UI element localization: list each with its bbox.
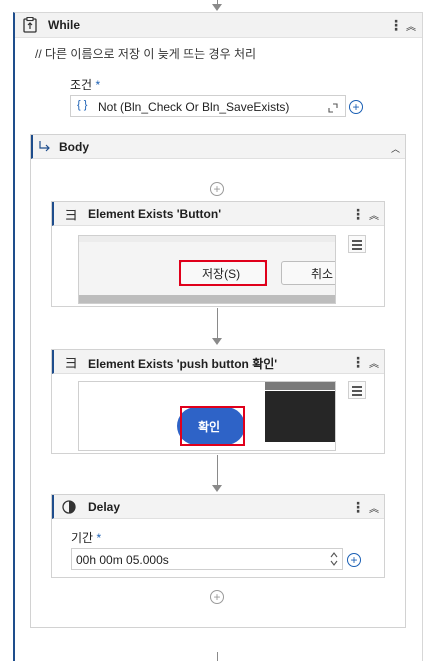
duration-stepper-icon[interactable] [329,551,339,567]
condition-value: Not (Bln_Check Or Bln_SaveExists) [98,100,290,114]
body-arrow-icon [39,141,50,152]
connector-arrow [212,338,222,345]
screenshot-menu-button[interactable] [348,235,366,253]
screenshot-menu-button[interactable] [348,381,366,399]
while-more-options-icon[interactable]: ⋮ [389,18,403,32]
element-exists-icon: ヨ [64,355,78,371]
add-activity-icon[interactable]: + [210,182,224,196]
activity-title: Element Exists 'push button 확인' [88,357,278,371]
screenshot-dark-panel [265,382,335,450]
condition-input[interactable]: { } Not (Bln_Check Or Bln_SaveExists) [70,95,346,117]
expression-icon: { } [77,99,88,111]
duration-value: 00h 00m 05.000s [76,553,169,567]
expand-editor-icon[interactable] [328,103,338,113]
activity-title: Element Exists 'Button' [88,207,222,221]
body-collapse-icon[interactable]: ︿ [391,142,400,155]
activity-collapse-icon[interactable]: ︽ [369,500,379,515]
target-highlight [179,260,267,286]
body-title: Body [59,140,89,154]
preview-cancel-label: 취소 [311,267,334,281]
duration-input[interactable]: 00h 00m 05.000s [71,548,343,570]
screenshot-top-band [79,236,335,242]
connector-line [217,308,218,340]
add-activity-icon[interactable]: + [210,590,224,604]
target-screenshot: 확인 [78,381,336,451]
connector-arrow [212,485,222,492]
duration-label: 기간 * [71,531,102,545]
duration-add-variable-icon[interactable]: + [347,553,361,567]
activity-more-options-icon[interactable]: ⋮ [351,355,365,369]
element-exists-icon: ヨ [64,207,78,223]
target-highlight [180,406,245,446]
activity-header[interactable]: ヨ Element Exists 'push button 확인' ⋮ ︽ [52,350,384,374]
connector-line-bottom [217,652,218,661]
while-header[interactable]: While ⋮ ︽ [15,13,422,38]
element-exists-button-activity[interactable]: ヨ Element Exists 'Button' ⋮ ︽ 저장(S) 취소 [51,201,385,307]
while-comment: // 다른 이름으로 저장 이 늦게 뜨는 경우 처리 [35,47,257,61]
activity-more-options-icon[interactable]: ⋮ [351,500,365,514]
while-collapse-icon[interactable]: ︽ [406,18,416,33]
connector-line [217,455,218,487]
activity-more-options-icon[interactable]: ⋮ [351,207,365,221]
activity-header[interactable]: ヨ Element Exists 'Button' ⋮ ︽ [52,202,384,226]
delay-activity[interactable]: Delay ⋮ ︽ 기간 * 00h 00m 05.000s + [51,494,385,578]
activity-collapse-icon[interactable]: ︽ [369,207,379,222]
while-icon [23,17,37,33]
screenshot-bottom-band [79,295,335,303]
activity-collapse-icon[interactable]: ︽ [369,355,379,370]
body-header[interactable]: Body ︿ [31,135,405,159]
condition-add-variable-icon[interactable]: + [349,100,363,114]
condition-label: 조건 * [70,78,101,92]
activity-title: Delay [88,500,121,514]
connector-arrow-top [212,4,222,11]
delay-clock-icon [62,500,76,514]
target-screenshot: 저장(S) 취소 [78,235,336,304]
element-exists-push-button-activity[interactable]: ヨ Element Exists 'push button 확인' ⋮ ︽ 확인 [51,349,385,454]
activity-header[interactable]: Delay ⋮ ︽ [52,495,384,519]
while-title: While [48,18,80,32]
